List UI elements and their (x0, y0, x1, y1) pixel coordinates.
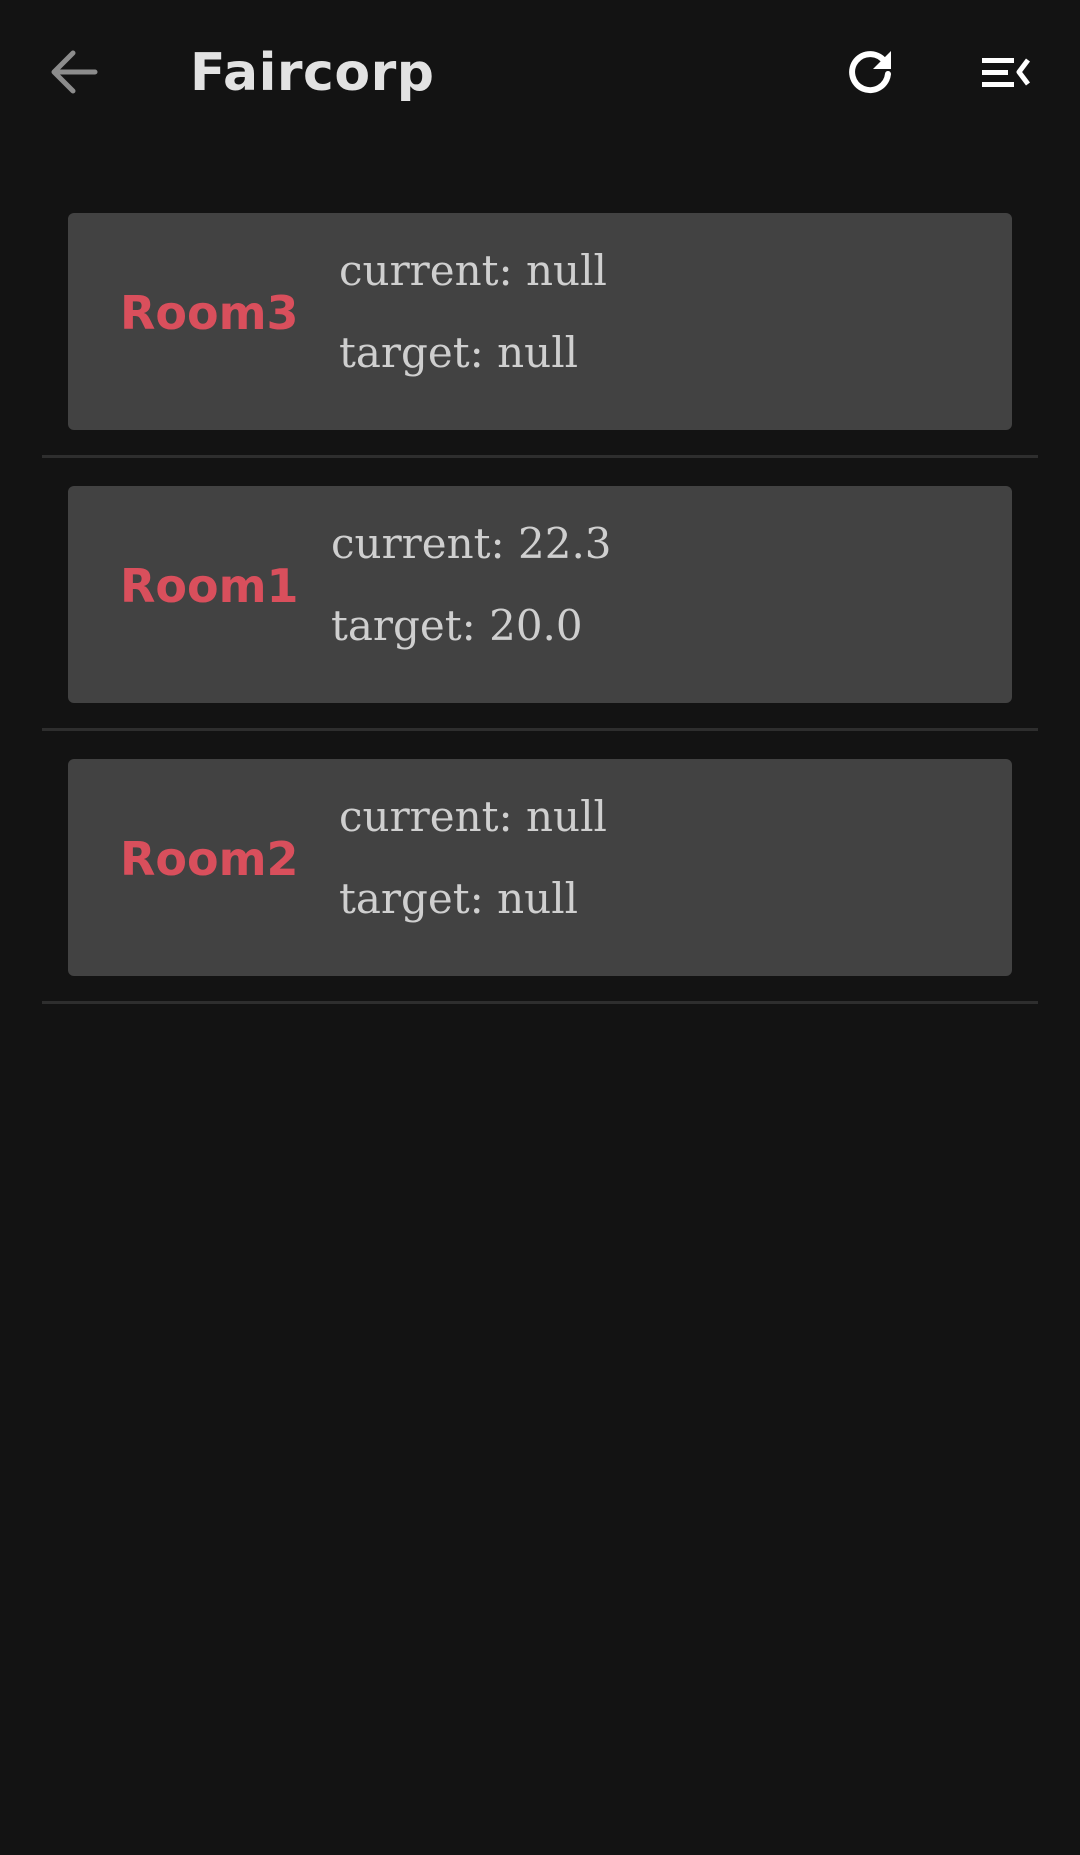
current-temperature: current: 22.3 (331, 519, 612, 568)
app-screen: Faircorp Room3 current: null target: nul… (0, 0, 1080, 1855)
room-name: Room1 (120, 559, 299, 613)
current-temperature: current: null (339, 792, 607, 841)
app-title: Faircorp (190, 43, 435, 103)
room-name: Room2 (120, 832, 299, 886)
menu-collapse-icon (982, 58, 1030, 87)
refresh-button[interactable] (830, 32, 910, 112)
divider (42, 455, 1038, 458)
target-temperature: target: null (339, 874, 579, 923)
target-temperature: target: null (339, 328, 579, 377)
divider (42, 728, 1038, 731)
room-card[interactable]: Room2 current: null target: null (68, 759, 1012, 976)
list-item[interactable]: Room3 current: null target: null (42, 213, 1038, 487)
current-temperature: current: null (339, 246, 607, 295)
back-button[interactable] (34, 32, 114, 112)
room-card[interactable]: Room1 current: 22.3 target: 20.0 (68, 486, 1012, 703)
list-item[interactable]: Room2 current: null target: null (42, 759, 1038, 1033)
divider (42, 1001, 1038, 1004)
menu-button[interactable] (966, 32, 1046, 112)
target-temperature: target: 20.0 (331, 601, 583, 650)
room-name: Room3 (120, 286, 299, 340)
app-bar: Faircorp (0, 0, 1080, 150)
arrow-left-icon (51, 50, 98, 94)
room-card[interactable]: Room3 current: null target: null (68, 213, 1012, 430)
list-item[interactable]: Room1 current: 22.3 target: 20.0 (42, 486, 1038, 760)
refresh-icon (849, 51, 891, 94)
